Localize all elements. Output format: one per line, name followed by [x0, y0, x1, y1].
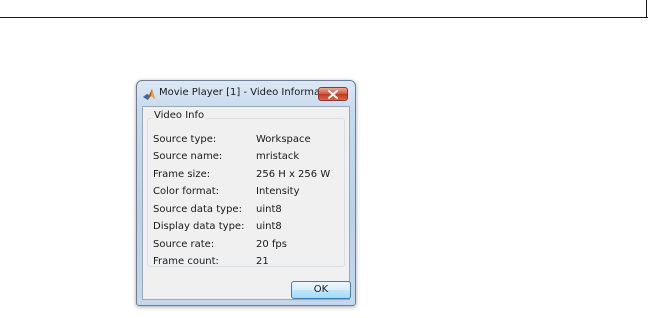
row-label: Display data type:	[153, 221, 245, 232]
dialog-titlebar[interactable]: Movie Player [1] - Video Information	[137, 81, 355, 106]
dialog-title: Movie Player [1] - Video Information	[159, 87, 340, 98]
page-edge-line	[646, 0, 647, 18]
row-label: Source type:	[153, 134, 217, 145]
row-label: Frame count:	[153, 256, 219, 267]
video-information-dialog: Movie Player [1] - Video Information Vid…	[136, 80, 356, 306]
group-title: Video Info	[151, 110, 208, 121]
row-value: 20 fps	[256, 239, 287, 250]
close-icon	[328, 90, 338, 99]
row-value: Intensity	[256, 186, 300, 197]
row-label: Frame size:	[153, 169, 211, 180]
dialog-client-area: Video Info Source type: Workspace Source…	[142, 106, 351, 300]
row-value: uint8	[256, 221, 282, 232]
row-value: 256 H x 256 W	[256, 169, 331, 180]
row-value: 21	[256, 256, 269, 267]
ok-button[interactable]: OK	[291, 281, 351, 299]
row-label: Source rate:	[153, 239, 215, 250]
row-label: Source name:	[153, 151, 223, 162]
close-button[interactable]	[318, 87, 348, 101]
row-value: Workspace	[256, 134, 311, 145]
row-label: Source data type:	[153, 204, 242, 215]
row-value: uint8	[256, 204, 282, 215]
matlab-logo-icon	[142, 87, 156, 101]
page-top-rule	[0, 17, 648, 18]
row-value: mristack	[256, 151, 300, 162]
row-label: Color format:	[153, 186, 220, 197]
